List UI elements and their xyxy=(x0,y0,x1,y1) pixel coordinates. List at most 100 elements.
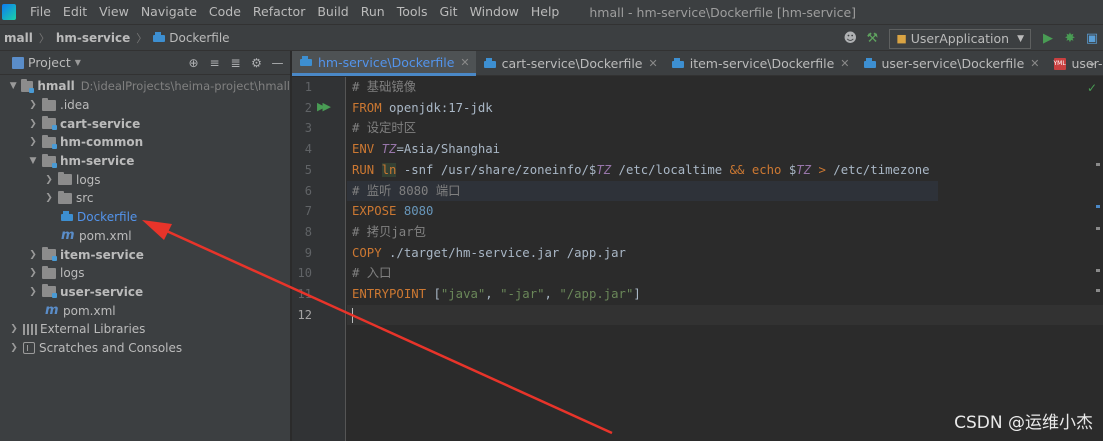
tree-item-logs-inner[interactable]: ❯ logs xyxy=(0,170,290,189)
chevron-right-icon[interactable]: ❯ xyxy=(27,119,39,129)
tree-item-user-service[interactable]: ❯ user-service xyxy=(0,283,290,302)
debug-icon[interactable]: ✸ xyxy=(1059,28,1081,50)
tree-item-pom-inner[interactable]: m pom.xml xyxy=(0,227,290,246)
tree-item-hm-service[interactable]: ▼ hm-service xyxy=(0,152,290,171)
tree-item-label: Dockerfile xyxy=(77,210,138,225)
close-icon[interactable]: ✕ xyxy=(840,57,849,70)
tree-item-external-libraries[interactable]: ❯ External Libraries xyxy=(0,320,290,339)
code-line-4[interactable]: ENV TZ=Asia/Shanghai xyxy=(347,139,1103,160)
menu-run[interactable]: Run xyxy=(355,0,391,24)
coverage-icon[interactable]: ▣ xyxy=(1081,28,1103,50)
expand-all-icon[interactable]: ≡ xyxy=(204,53,225,73)
code-line-3[interactable]: # 设定时区 xyxy=(347,118,1103,139)
run-icon[interactable]: ▶ xyxy=(1037,28,1059,50)
chevron-down-icon[interactable]: ▼ xyxy=(8,81,18,91)
chevron-right-icon[interactable]: ❯ xyxy=(8,324,20,334)
breadcrumb-root[interactable]: mall xyxy=(0,31,37,45)
code-text: openjdk:17-jdk xyxy=(381,100,493,115)
chevron-right-icon[interactable]: ❯ xyxy=(8,343,20,353)
code-line-5[interactable]: RUN ln -snf /usr/share/zoneinfo/$TZ /etc… xyxy=(347,160,1103,181)
code-line-7[interactable]: EXPOSE 8080 xyxy=(347,201,1103,222)
code-line-10[interactable]: # 入口 xyxy=(347,263,1103,284)
menu-navigate[interactable]: Navigate xyxy=(135,0,203,24)
locate-file-icon[interactable]: ⊕ xyxy=(183,53,204,73)
tab-user-service-dockerfile[interactable]: user-service\Dockerfile ✕ xyxy=(856,51,1046,76)
code-text: ] xyxy=(633,287,641,301)
tab-item-service-dockerfile[interactable]: item-service\Dockerfile ✕ xyxy=(664,51,856,76)
menu-file[interactable]: File xyxy=(24,0,57,24)
line-number: 2 xyxy=(304,100,312,115)
folder-icon xyxy=(58,190,72,204)
close-icon[interactable]: ✕ xyxy=(1030,57,1039,70)
code-line-2[interactable]: FROM openjdk:17-jdk xyxy=(347,98,1103,119)
menu-help[interactable]: Help xyxy=(525,0,566,24)
tree-item-src[interactable]: ❯ src xyxy=(0,189,290,208)
menu-window[interactable]: Window xyxy=(464,0,525,24)
chevron-right-icon[interactable]: ❯ xyxy=(27,287,39,297)
module-folder-icon xyxy=(42,116,57,131)
chevron-down-icon[interactable]: ⌄ xyxy=(1087,55,1097,69)
gear-icon[interactable]: ⚙ xyxy=(246,53,267,73)
menu-edit[interactable]: Edit xyxy=(57,0,93,24)
run-config-selector[interactable]: ■ UserApplication ▼ xyxy=(889,28,1031,49)
string: "/app.jar" xyxy=(559,287,634,301)
scroll-marker[interactable] xyxy=(1096,205,1100,208)
project-tools: ⊕ ≡ ≣ ⚙ — xyxy=(183,53,288,73)
menu-view[interactable]: View xyxy=(93,0,135,24)
spring-app-icon: ■ xyxy=(896,32,907,45)
tree-item-label: cart-service xyxy=(60,116,141,131)
build-hammer-icon[interactable]: ⚒ xyxy=(861,28,883,50)
menu-git[interactable]: Git xyxy=(434,0,464,24)
menu-code[interactable]: Code xyxy=(203,0,247,24)
keyword: ENTRYPOINT xyxy=(352,287,427,301)
code-editor[interactable]: # 基础镜像 FROM openjdk:17-jdk # 设定时区 ENV TZ… xyxy=(347,77,1103,441)
tree-item-hmall[interactable]: ▼ hmall D:\idealProjects\heima-project\h… xyxy=(0,77,290,96)
code-text: =Asia/Shanghai xyxy=(396,142,501,157)
tab-cart-service-dockerfile[interactable]: cart-service\Dockerfile ✕ xyxy=(476,51,664,76)
menu-tools[interactable]: Tools xyxy=(391,0,434,24)
scroll-marker[interactable] xyxy=(1096,227,1100,230)
tree-item-cart-service[interactable]: ❯ cart-service xyxy=(0,114,290,133)
chevron-down-icon[interactable]: ▼ xyxy=(27,156,39,166)
project-panel-title[interactable]: Project xyxy=(28,55,71,70)
tree-item-dockerfile[interactable]: Dockerfile xyxy=(0,208,290,227)
chevron-right-icon[interactable]: ❯ xyxy=(27,100,39,110)
tree-item-idea[interactable]: ❯ .idea xyxy=(0,96,290,115)
code-line-8[interactable]: # 拷贝jar包 xyxy=(347,222,1103,243)
inspection-ok-icon[interactable]: ✓ xyxy=(1087,81,1097,95)
chevron-right-icon[interactable]: ❯ xyxy=(43,193,55,203)
tree-item-hm-common[interactable]: ❯ hm-common xyxy=(0,133,290,152)
navigation-bar: mall 〉 hm-service 〉 Dockerfile ☻ ⚒ ■ Use… xyxy=(0,24,1103,51)
code-line-9[interactable]: COPY ./target/hm-service.jar /app.jar xyxy=(347,243,1103,264)
chevron-right-icon[interactable]: ❯ xyxy=(27,250,39,260)
run-gutter-icon[interactable]: ▶▶ xyxy=(317,100,331,113)
line-number: 8 xyxy=(304,224,312,239)
scroll-marker[interactable] xyxy=(1096,269,1100,272)
scroll-marker[interactable] xyxy=(1096,289,1100,292)
close-icon[interactable]: ✕ xyxy=(649,57,658,70)
hide-panel-icon[interactable]: — xyxy=(267,53,288,73)
tree-item-scratches[interactable]: ❯ Scratches and Consoles xyxy=(0,339,290,358)
chevron-down-icon: ▼ xyxy=(1017,33,1024,44)
chevron-right-icon[interactable]: ❯ xyxy=(43,175,55,185)
user-account-icon[interactable]: ☻ xyxy=(839,28,861,50)
scroll-marker[interactable] xyxy=(1096,163,1100,166)
breadcrumb-module[interactable]: hm-service xyxy=(52,31,134,45)
tree-item-pom[interactable]: m pom.xml xyxy=(0,301,290,320)
tab-hm-service-dockerfile[interactable]: hm-service\Dockerfile ✕ xyxy=(292,51,476,76)
tree-item-item-service[interactable]: ❯ item-service xyxy=(0,245,290,264)
code-line-1[interactable]: # 基础镜像 xyxy=(347,77,1103,98)
close-icon[interactable]: ✕ xyxy=(460,56,469,69)
code-line-12[interactable] xyxy=(347,304,1103,326)
tree-item-logs[interactable]: ❯ logs xyxy=(0,264,290,283)
code-line-11[interactable]: ENTRYPOINT ["java", "-jar", "/app.jar"] xyxy=(347,284,1103,305)
code-line-6[interactable]: # 监听 8080 端口 xyxy=(347,180,938,202)
menu-refactor[interactable]: Refactor xyxy=(247,0,311,24)
chevron-down-icon[interactable]: ▼ xyxy=(75,58,81,67)
collapse-all-icon[interactable]: ≣ xyxy=(225,53,246,73)
chevron-right-icon[interactable]: ❯ xyxy=(27,268,39,278)
chevron-right-icon[interactable]: ❯ xyxy=(27,137,39,147)
menu-build[interactable]: Build xyxy=(311,0,354,24)
breadcrumb-file[interactable]: Dockerfile xyxy=(149,31,230,45)
comment: # 监听 8080 端口 xyxy=(352,183,461,198)
